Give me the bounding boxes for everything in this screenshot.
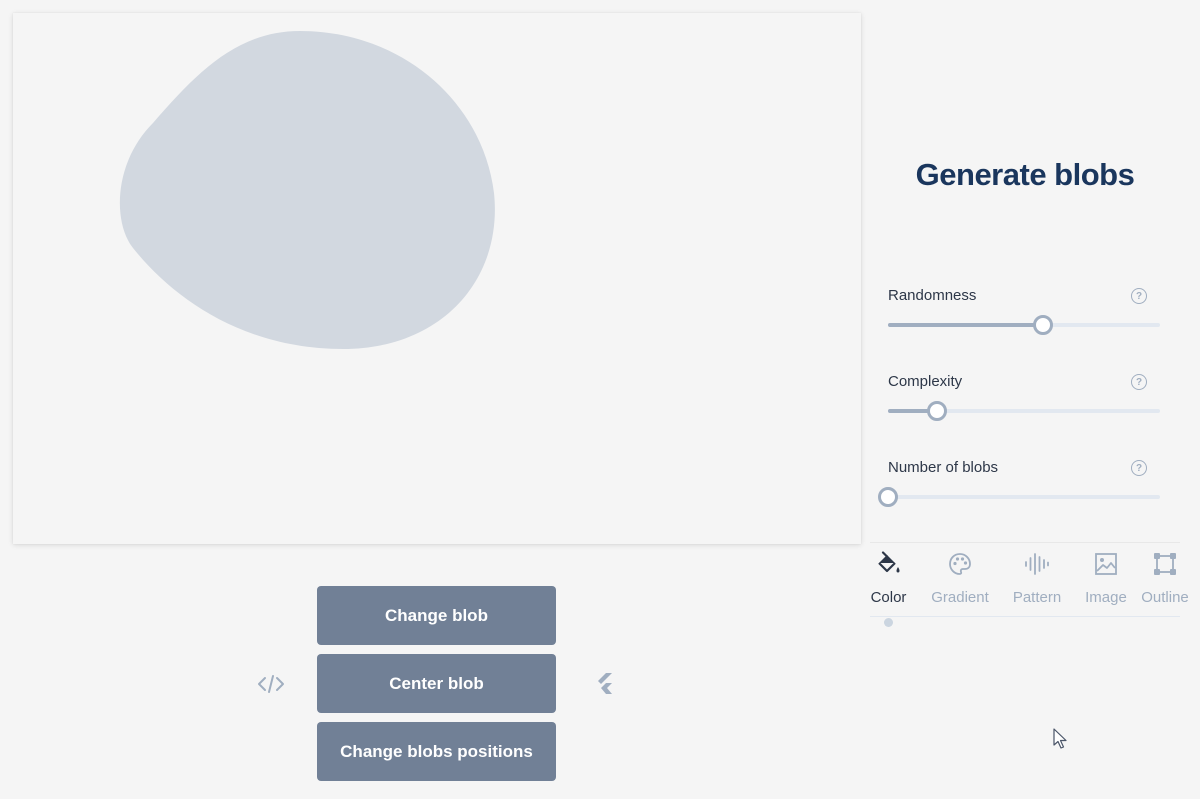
tabs-divider [870,542,1180,543]
change-blob-button[interactable]: Change blob [317,586,556,645]
slider-thumb[interactable] [926,401,947,421]
complexity-label: Complexity [888,373,963,390]
paint-bucket-icon [876,548,902,580]
number-of-blobs-slider[interactable] [878,486,1160,508]
palette-icon [948,548,972,580]
randomness-help-icon[interactable]: ? [1131,288,1147,304]
complexity-slider[interactable] [888,400,1160,422]
tab-pattern[interactable]: Pattern [1010,548,1064,610]
tabs-bottom-divider [870,616,1180,617]
tab-gradient[interactable]: Gradient [930,548,990,610]
page-title: Generate blobs [915,157,1135,192]
randomness-slider[interactable] [888,314,1160,336]
blob-svg [119,31,495,349]
tab-pattern-label: Pattern [1012,589,1062,606]
change-blobs-positions-button[interactable]: Change blobs positions [317,722,556,781]
tab-outline[interactable]: Outline [1139,548,1191,610]
soundwave-icon [1024,548,1050,580]
slider-fill [888,323,1044,327]
tab-gradient-label: Gradient [931,589,989,606]
outline-square-icon [1153,548,1177,580]
tab-image-label: Image [1085,589,1127,606]
center-blob-button[interactable]: Center blob [317,654,556,713]
mouse-cursor-icon [1053,728,1069,755]
randomness-label: Randomness [888,287,977,304]
slider-thumb[interactable] [878,487,898,507]
tab-image[interactable]: Image [1084,548,1128,610]
tab-active-indicator [884,618,893,627]
number-of-blobs-label: Number of blobs [888,459,999,476]
tab-outline-label: Outline [1141,589,1189,606]
blob-canvas [13,13,861,544]
image-icon [1094,548,1118,580]
number-of-blobs-help-icon[interactable]: ? [1131,460,1147,476]
slider-track [888,495,1160,499]
code-icon[interactable] [256,671,286,697]
tab-color-label: Color [870,589,907,606]
blob-shape [119,31,495,349]
slider-thumb[interactable] [1033,315,1054,335]
flutter-icon[interactable] [588,671,618,697]
tab-color[interactable]: Color [868,548,909,610]
complexity-help-icon[interactable]: ? [1131,374,1147,390]
